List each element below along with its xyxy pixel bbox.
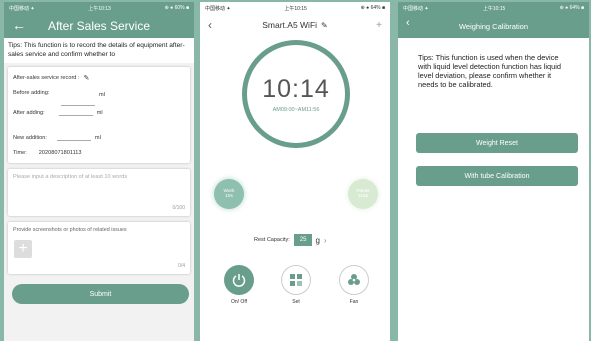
rest-capacity-unit: g (315, 235, 320, 245)
record-heading-label: After-sales service record : (13, 74, 80, 81)
weighing-calibration-screen: 中国移动 ✦ 上午10:15 ⊕ ● 64% ■ ‹ Weighing Cali… (398, 2, 589, 341)
power-button[interactable]: On/ Off (224, 265, 254, 305)
status-time: 上午10:15 (482, 5, 506, 12)
pause-button[interactable]: Pause 118s (348, 179, 378, 209)
rest-capacity: Rest Capacity: 25 g › (254, 234, 327, 246)
carrier-text: 中国移动 ✦ (403, 5, 429, 12)
add-photo-icon[interactable]: + (14, 240, 32, 259)
new-addition-row: New addition: ml (8, 130, 190, 145)
work-button[interactable]: Work 10s (214, 179, 244, 209)
set-button[interactable]: Set (281, 265, 311, 305)
photo-upload-label: Provide screenshots or photos of related… (13, 227, 127, 234)
page-title: After Sales Service (47, 19, 151, 33)
header: 中国移动 ✦ 上午10:13 ⊕ ● 60% ■ ← After Sales S… (4, 2, 194, 38)
before-adding-label: Before adding: (13, 89, 50, 96)
photo-counter: 0/4 (178, 263, 185, 270)
after-adding-label: After adding: (13, 109, 45, 116)
new-addition-input[interactable] (56, 134, 91, 142)
rest-capacity-value: 25 (293, 234, 313, 246)
schedule-clock[interactable]: 10:14 AM09:00~AM11:56 (242, 40, 350, 148)
new-addition-label: New addition: (13, 134, 47, 141)
carrier-text: 中国移动 ✦ (205, 5, 231, 12)
after-adding-input[interactable] (58, 109, 93, 117)
time-label: Time: (13, 149, 27, 156)
pause-value: 118s (357, 194, 369, 199)
clock-range: AM09:00~AM11:56 (272, 107, 320, 113)
pencil-icon[interactable]: ✎ (321, 21, 328, 30)
after-unit: ml (96, 109, 103, 116)
status-bar: 中国移动 ✦ 上午10:13 ⊕ ● 60% ■ (4, 2, 194, 14)
after-sales-screen: 中国移动 ✦ 上午10:13 ⊕ ● 60% ■ ← After Sales S… (4, 2, 194, 341)
rest-capacity-label: Rest Capacity: (254, 237, 290, 243)
device-title: Smart.A5 WiFi (262, 20, 318, 30)
work-value: 10s (225, 194, 233, 199)
weight-reset-button[interactable]: Weight Reset (416, 133, 578, 153)
nav-bar: ‹ Weighing Calibration (398, 14, 589, 38)
tips-text: Tips: This function is to record the det… (4, 38, 194, 64)
description-placeholder: Please input a description of at least 1… (13, 174, 128, 181)
battery-text: ⊕ ● 64% ■ (360, 5, 385, 11)
device-control-screen: 中国移动 ✦ 上午10:15 ⊕ ● 64% ■ ‹ Smart.A5 WiFi… (200, 2, 390, 341)
status-time: 上午10:15 (284, 5, 307, 12)
power-label: On/ Off (230, 299, 248, 305)
record-heading: After-sales service record : ✎ (8, 70, 190, 85)
time-value: 20208071801113 (38, 149, 82, 156)
nav-bar: ‹ Smart.A5 WiFi ✎ + (200, 14, 390, 36)
photo-upload-card: Provide screenshots or photos of related… (8, 222, 190, 275)
back-arrow-icon[interactable]: ← (12, 17, 26, 33)
header: 中国移动 ✦ 上午10:15 ⊕ ● 64% ■ ‹ Weighing Cali… (398, 2, 589, 38)
status-bar: 中国移动 ✦ 上午10:15 ⊕ ● 64% ■ (398, 2, 589, 14)
chevron-right-icon[interactable]: › (324, 236, 327, 245)
record-card: After-sales service record : ✎ Before ad… (8, 67, 190, 164)
status-bar: 中国移动 ✦ 上午10:15 ⊕ ● 64% ■ (200, 2, 390, 14)
nav-bar: ← After Sales Service (4, 14, 194, 38)
clock-time: 10:14 (262, 75, 330, 103)
tips-text: Tips: This function is used when the dev… (418, 53, 561, 89)
description-counter: 0/100 (172, 205, 185, 212)
set-label: Set (292, 299, 300, 305)
after-adding-row: After adding: ml (8, 105, 190, 120)
submit-button[interactable]: Submit (12, 284, 189, 304)
fan-icon (339, 265, 369, 295)
fan-button[interactable]: Fan (339, 265, 369, 305)
add-icon[interactable]: + (376, 20, 382, 31)
battery-text: ⊕ ● 60% ■ (164, 5, 189, 11)
pencil-icon[interactable]: ✎ (84, 74, 90, 82)
description-textarea[interactable]: Please input a description of at least 1… (8, 169, 190, 217)
fan-label: Fan (349, 299, 359, 305)
battery-text: ⊕ ● 64% ■ (559, 5, 584, 11)
time-row: Time: 20208071801113 (8, 145, 190, 160)
carrier-text: 中国移动 ✦ (9, 5, 35, 12)
new-unit: ml (94, 134, 101, 141)
before-unit: ml (99, 91, 105, 98)
page-title: Weighing Calibration (458, 21, 529, 31)
grid-settings-icon (281, 265, 311, 295)
back-arrow-icon[interactable]: ‹ (208, 18, 212, 32)
back-arrow-icon[interactable]: ‹ (406, 17, 410, 29)
tube-calibration-button[interactable]: With tube Calibration (416, 166, 578, 186)
power-icon (224, 265, 254, 295)
status-time: 上午10:13 (88, 5, 111, 12)
